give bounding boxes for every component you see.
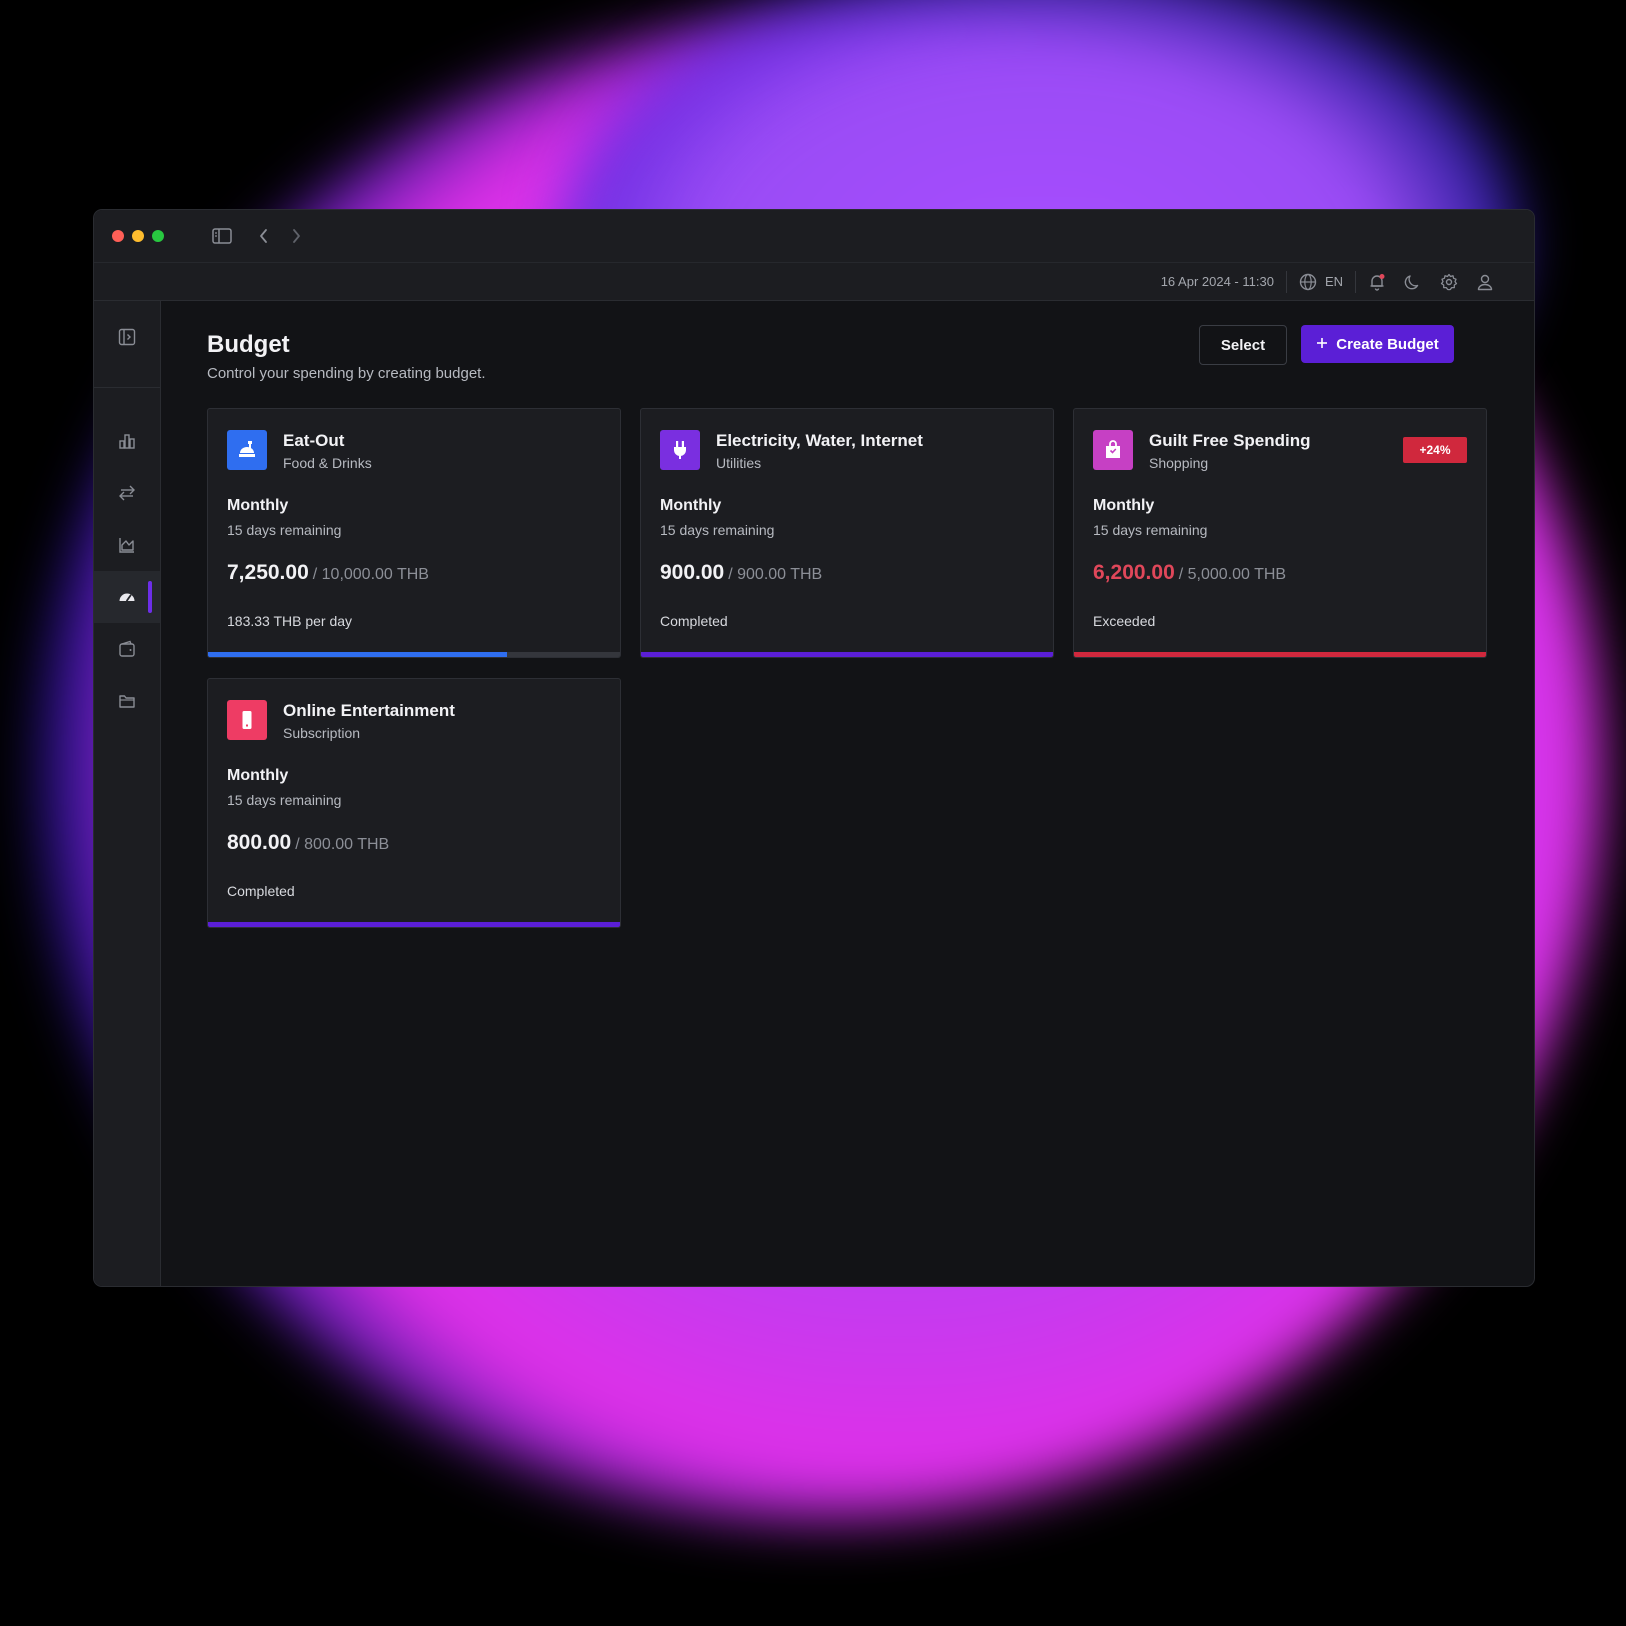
progress-fill <box>208 922 620 927</box>
datetime-label: 16 Apr 2024 - 11:30 <box>1160 274 1274 289</box>
budget-name: Online Entertainment <box>283 701 455 720</box>
budget-card-utilities[interactable]: Electricity, Water, Internet Utilities M… <box>640 408 1054 658</box>
budget-period: Monthly <box>660 497 722 514</box>
budget-category: Shopping <box>1149 455 1209 471</box>
dark-mode-moon-icon[interactable] <box>1404 273 1422 291</box>
phone-icon <box>227 700 267 740</box>
budget-amounts: 900.00/ 900.00 THB <box>660 561 822 585</box>
days-remaining: 15 days remaining <box>227 792 342 808</box>
total-amount: / 5,000.00 THB <box>1178 566 1287 583</box>
plug-icon <box>660 430 700 470</box>
select-button[interactable]: Select <box>1199 325 1287 365</box>
notification-bell-icon[interactable] <box>1368 273 1386 291</box>
budget-name: Eat-Out <box>283 431 345 450</box>
budget-category: Utilities <box>716 455 762 471</box>
days-remaining: 15 days remaining <box>660 522 775 538</box>
food-icon <box>227 430 267 470</box>
user-profile-icon[interactable] <box>1476 273 1494 291</box>
window-controls <box>112 230 172 242</box>
progress-track <box>1074 652 1486 657</box>
spent-amount: 900.00 <box>660 561 725 584</box>
create-budget-button[interactable]: Create Budget <box>1301 325 1454 363</box>
budget-card-entertainment[interactable]: Online Entertainment Subscription Monthl… <box>207 678 621 928</box>
settings-gear-icon[interactable] <box>1440 273 1458 291</box>
progress-fill <box>1074 652 1486 657</box>
divider <box>1355 270 1356 293</box>
spent-amount: 6,200.00 <box>1093 561 1175 584</box>
maximize-window-button[interactable] <box>152 230 164 242</box>
page-subtitle: Control your spending by creating budget… <box>207 365 486 382</box>
forward-arrow-icon[interactable] <box>290 228 302 244</box>
budget-card-eat-out[interactable]: Eat-Out Food & Drinks Monthly 15 days re… <box>207 408 621 658</box>
globe-icon[interactable] <box>1299 273 1317 291</box>
days-remaining: 15 days remaining <box>1093 522 1208 538</box>
sidebar <box>94 301 161 1286</box>
budget-name: Guilt Free Spending <box>1149 431 1311 450</box>
sidebar-item-wallet-icon[interactable] <box>94 623 160 675</box>
progress-fill <box>641 652 1053 657</box>
budget-amounts: 800.00/ 800.00 THB <box>227 831 389 855</box>
main-content: Budget Control your spending by creating… <box>161 301 1534 1286</box>
title-bar <box>94 210 1534 263</box>
budget-period: Monthly <box>227 497 289 514</box>
budget-name: Electricity, Water, Internet <box>716 431 923 450</box>
close-window-button[interactable] <box>112 230 124 242</box>
spent-amount: 800.00 <box>227 831 292 854</box>
progress-track <box>208 922 620 927</box>
divider <box>1285 270 1287 293</box>
exceeded-percentage-badge: +24% <box>1403 437 1467 463</box>
plus-icon <box>1316 336 1328 353</box>
shopping-bag-icon <box>1093 430 1133 470</box>
sidebar-item-dashboard-chart-icon[interactable] <box>94 415 160 467</box>
sidebar-item-transfer-icon[interactable] <box>94 467 160 519</box>
sidebar-item-folder-icon[interactable] <box>94 675 160 727</box>
page-title: Budget <box>207 331 290 358</box>
sidebar-toggle-icon[interactable] <box>212 228 232 244</box>
total-amount: / 10,000.00 THB <box>312 566 429 583</box>
sidebar-item-budget-gauge-icon[interactable] <box>94 571 160 623</box>
total-amount: / 900.00 THB <box>728 566 823 583</box>
spent-amount: 7,250.00 <box>227 561 309 584</box>
sidebar-divider <box>94 387 160 388</box>
language-selector[interactable]: EN <box>1325 274 1343 289</box>
total-amount: / 800.00 THB <box>295 836 390 853</box>
sidebar-item-area-chart-icon[interactable] <box>94 519 160 571</box>
budget-card-shopping[interactable]: Guilt Free Spending Shopping +24% Monthl… <box>1073 408 1487 658</box>
minimize-window-button[interactable] <box>132 230 144 242</box>
budget-category: Food & Drinks <box>283 455 372 471</box>
budget-category: Subscription <box>283 725 361 741</box>
budget-status: Exceeded <box>1093 613 1156 629</box>
progress-fill <box>208 652 507 657</box>
budget-period: Monthly <box>1093 497 1155 514</box>
budget-amounts: 6,200.00/ 5,000.00 THB <box>1093 561 1286 585</box>
create-budget-label: Create Budget <box>1336 335 1439 353</box>
budget-status: 183.33 THB per day <box>227 613 353 629</box>
progress-track <box>208 652 620 657</box>
budget-status: Completed <box>660 613 728 629</box>
app-window: 16 Apr 2024 - 11:30 EN Budget Control yo… <box>94 210 1534 1286</box>
budget-status: Completed <box>227 883 295 899</box>
back-arrow-icon[interactable] <box>258 228 270 244</box>
sidebar-collapse-icon[interactable] <box>94 311 160 363</box>
top-bar: 16 Apr 2024 - 11:30 EN <box>94 263 1534 301</box>
budget-amounts: 7,250.00/ 10,000.00 THB <box>227 561 429 585</box>
progress-track <box>641 652 1053 657</box>
budget-period: Monthly <box>227 767 289 784</box>
days-remaining: 15 days remaining <box>227 522 342 538</box>
